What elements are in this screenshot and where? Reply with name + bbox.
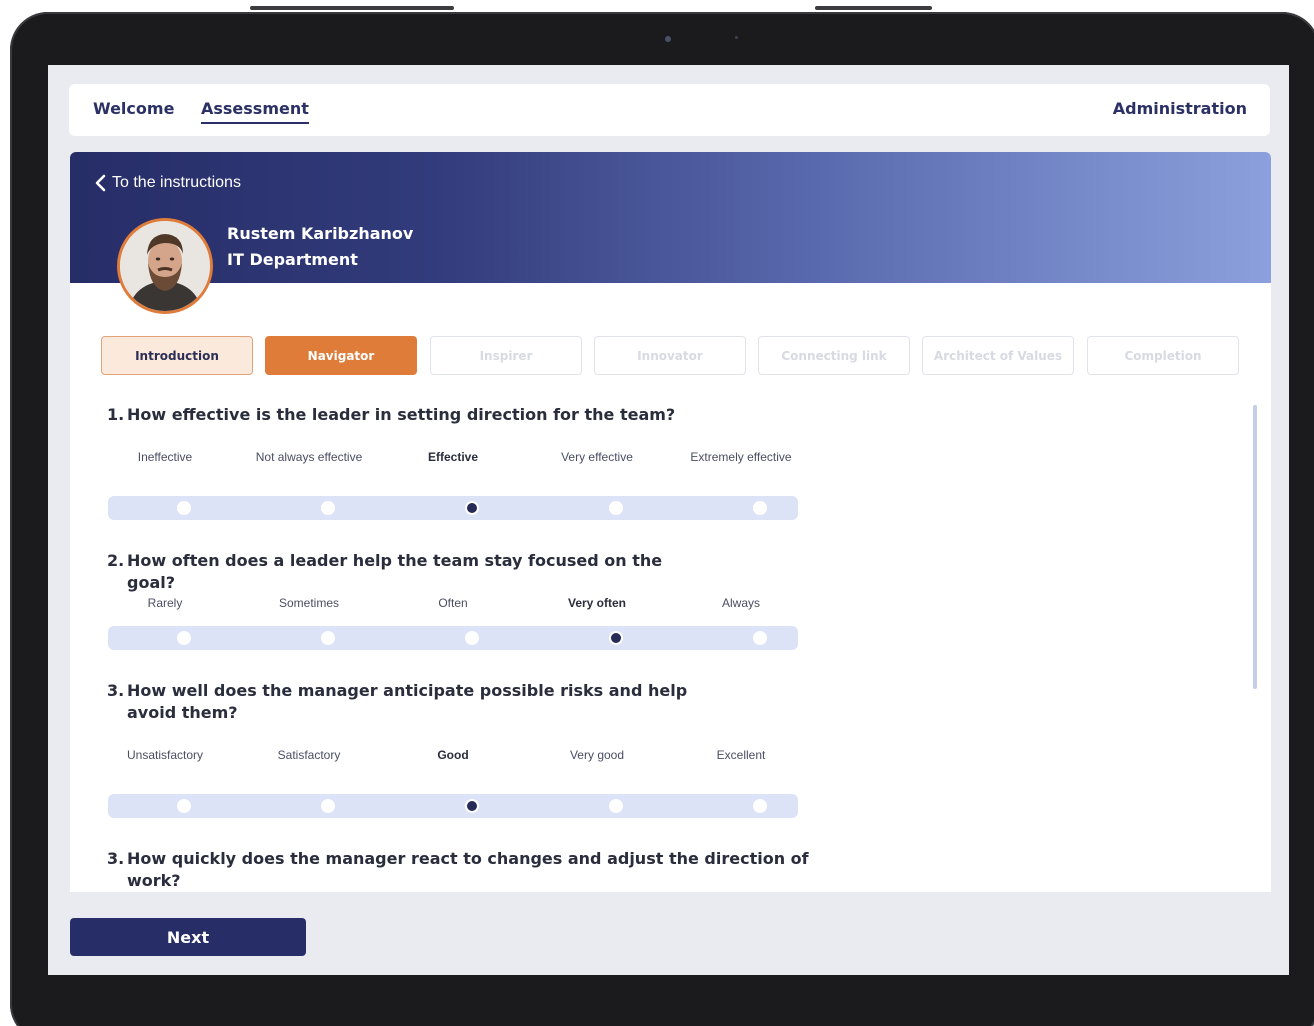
question-title: 2. How often does a leader help the team … <box>107 550 727 594</box>
step-architect-of-values[interactable]: Architect of Values <box>922 336 1074 375</box>
option-label: Ineffective <box>137 450 193 464</box>
back-link-label: To the instructions <box>112 174 241 191</box>
step-inspirer[interactable]: Inspirer <box>430 336 582 375</box>
nav-administration[interactable]: Administration <box>1113 99 1247 118</box>
option-label: Satisfactory <box>277 748 341 762</box>
rating-radio[interactable] <box>609 799 623 813</box>
rating-radio[interactable] <box>753 799 767 813</box>
device-button <box>815 6 932 10</box>
rating-scale <box>108 794 798 818</box>
rating-radio[interactable] <box>177 631 191 645</box>
question-number: 3. <box>107 681 125 700</box>
rating-radio[interactable] <box>321 631 335 645</box>
rating-radio[interactable] <box>177 501 191 515</box>
back-to-instructions-link[interactable]: To the instructions <box>94 174 241 192</box>
step-introduction[interactable]: Introduction <box>101 336 253 375</box>
question-text: How quickly does the manager react to ch… <box>127 849 809 890</box>
rating-radio[interactable] <box>753 501 767 515</box>
option-label: Excellent <box>716 748 766 762</box>
user-photo <box>120 221 210 311</box>
question-number: 2. <box>107 551 125 570</box>
rating-radio[interactable] <box>609 631 623 645</box>
question-text: How effective is the leader in setting d… <box>127 405 676 424</box>
chevron-left-icon <box>95 174 106 192</box>
assessment-panel: To the instructions Rustem Karibzhanov I… <box>70 152 1271 892</box>
option-label: Effective <box>427 450 479 464</box>
option-label: Extremely effective <box>690 450 792 464</box>
rating-radio[interactable] <box>465 501 479 515</box>
camera-lens <box>665 36 671 42</box>
rating-radio[interactable] <box>321 799 335 813</box>
step-completion[interactable]: Completion <box>1087 336 1239 375</box>
option-label: Very good <box>569 748 625 762</box>
rating-radio[interactable] <box>321 501 335 515</box>
option-label: Always <box>721 596 760 610</box>
option-label: Often <box>438 596 468 610</box>
question-text: How well does the manager anticipate pos… <box>127 681 688 722</box>
step-connecting-link[interactable]: Connecting link <box>758 336 910 375</box>
rating-radio[interactable] <box>465 631 479 645</box>
section-stepper: Introduction Navigator Inspirer Innovato… <box>101 336 1241 375</box>
rating-radio[interactable] <box>753 631 767 645</box>
user-name: Rustem Karibzhanov <box>227 224 414 243</box>
option-label: Rarely <box>147 596 183 610</box>
question-number: 3. <box>107 849 125 868</box>
nav-welcome[interactable]: Welcome <box>93 99 174 118</box>
rating-scale <box>108 626 798 650</box>
rating-scale <box>108 496 798 520</box>
question-title: 1. How effective is the leader in setting… <box>107 404 727 426</box>
profile-banner: To the instructions Rustem Karibzhanov I… <box>70 152 1271 283</box>
rating-radio[interactable] <box>465 799 479 813</box>
question-title: 3. How quickly does the manager react to … <box>107 848 867 892</box>
rating-radio[interactable] <box>609 501 623 515</box>
option-label: Very effective <box>561 450 633 464</box>
option-label: Very often <box>567 596 627 610</box>
option-label: Not always effective <box>255 450 363 464</box>
question-title: 3. How well does the manager anticipate p… <box>107 680 727 724</box>
next-button[interactable]: Next <box>70 918 306 956</box>
rating-radio[interactable] <box>177 799 191 813</box>
option-label: Good <box>437 748 469 762</box>
step-navigator[interactable]: Navigator <box>265 336 417 375</box>
step-innovator[interactable]: Innovator <box>594 336 746 375</box>
top-navigation: Welcome Assessment Administration <box>69 84 1270 136</box>
avatar <box>117 218 213 314</box>
nav-assessment[interactable]: Assessment <box>201 99 309 124</box>
question-text: How often does a leader help the team st… <box>127 551 663 592</box>
camera-sensor <box>735 36 738 39</box>
user-department: IT Department <box>227 250 358 269</box>
option-label: Sometimes <box>278 596 340 610</box>
question-number: 1. <box>107 405 125 424</box>
device-button <box>250 6 454 10</box>
app-screen: Welcome Assessment Administration To the… <box>48 65 1289 975</box>
option-label: Unsatisfactory <box>126 748 204 762</box>
scrollbar[interactable] <box>1253 405 1257 689</box>
